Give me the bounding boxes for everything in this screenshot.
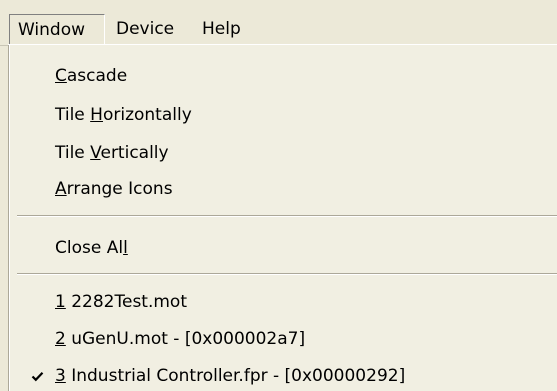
mnemonic: A	[55, 179, 67, 199]
menu-item-tile-horizontally[interactable]: Tile Horizontally	[9, 98, 557, 132]
menu-item-label: Tile	[55, 143, 91, 163]
mnemonic: l	[123, 238, 128, 258]
menu-item-window-2[interactable]: 2 uGenU.mot - [0x000002a7]	[9, 322, 557, 356]
menu-separator	[17, 215, 557, 217]
menu-separator	[17, 273, 557, 275]
menu-bar: Window Device Help	[0, 0, 557, 46]
mnemonic: 1	[55, 292, 66, 312]
menu-item-label: ertically	[100, 143, 169, 163]
menu-item-label: Tile	[55, 105, 91, 125]
menu-item-window-1[interactable]: 1 2282Test.mot	[9, 285, 557, 319]
menu-item-label: orizontally	[102, 105, 192, 125]
menu-window[interactable]: Window	[9, 14, 105, 44]
menu-item-label: 2282Test.mot	[65, 292, 188, 312]
menu-item-label: rrange Icons	[66, 179, 173, 199]
menu-item-window-3[interactable]: 3 Industrial Controller.fpr - [0x0000029…	[9, 359, 557, 391]
mnemonic: H	[90, 105, 103, 125]
checkmark-icon	[29, 359, 45, 391]
menu-help[interactable]: Help	[194, 14, 258, 44]
menu-item-label: Close Al	[55, 238, 124, 258]
checkmark-icon-svg	[31, 371, 43, 381]
menu-item-cascade[interactable]: Cascade	[9, 59, 557, 93]
menu-item-close-all[interactable]: Close All	[9, 231, 557, 265]
menu-item-arrange-icons[interactable]: Arrange Icons	[9, 172, 557, 206]
window-menu-dropdown: Cascade Tile Horizontally Tile Verticall…	[8, 44, 557, 391]
mnemonic: 3	[55, 366, 66, 386]
menu-device[interactable]: Device	[108, 14, 192, 44]
menu-item-label: ascade	[66, 66, 128, 86]
mnemonic: V	[90, 143, 101, 163]
mnemonic: 2	[55, 329, 66, 349]
menu-item-tile-vertically[interactable]: Tile Vertically	[9, 136, 557, 170]
mnemonic: C	[55, 66, 67, 86]
menu-item-label: uGenU.mot - [0x000002a7]	[65, 329, 306, 349]
menu-item-label: Industrial Controller.fpr - [0x00000292]	[65, 366, 406, 386]
app-window: Window Device Help Cascade Tile Horizont…	[0, 0, 557, 391]
